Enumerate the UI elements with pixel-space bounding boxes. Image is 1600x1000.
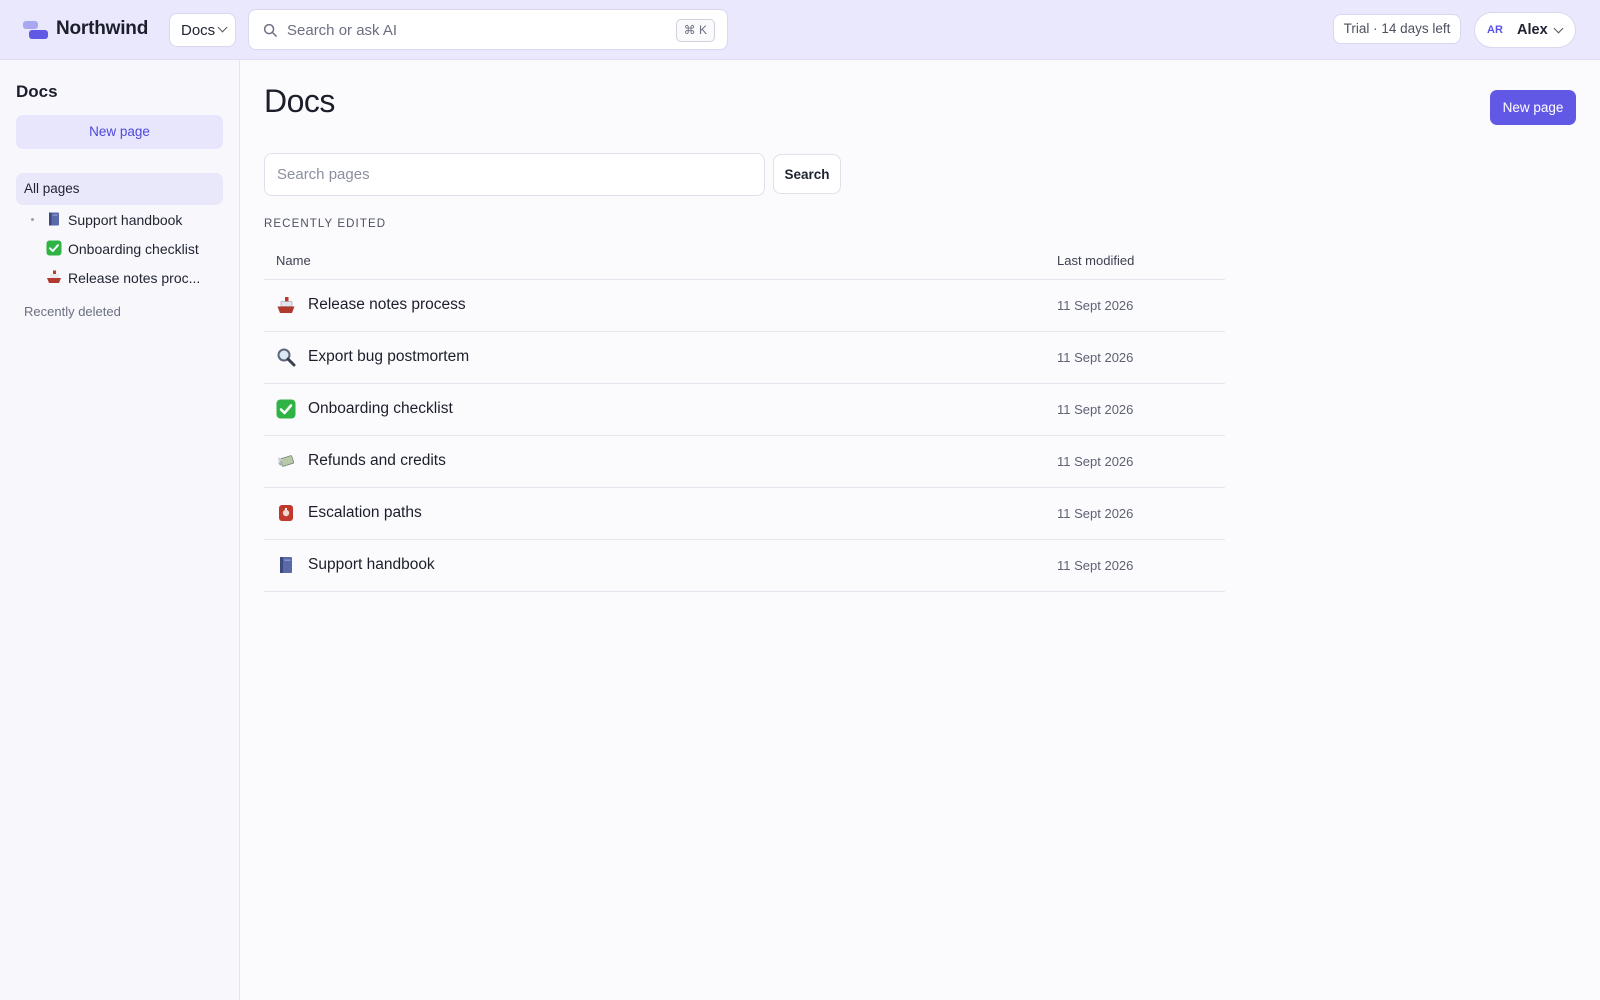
trial-status-button[interactable]: Trial · 14 days left <box>1333 14 1461 44</box>
row-name: Onboarding checklist <box>308 400 453 417</box>
sidebar-item-recently-deleted[interactable]: Recently deleted <box>24 304 121 319</box>
row-name: Export bug postmortem <box>308 348 470 365</box>
section-heading-recently-edited: RECENTLY EDITED <box>264 218 387 230</box>
northwind-logo-icon[interactable] <box>23 19 49 41</box>
ship-icon <box>277 297 295 313</box>
table-header: Name Last modified <box>264 243 1225 280</box>
account-menu-button[interactable]: AR Alex <box>1474 12 1576 48</box>
chevron-down-icon <box>217 22 228 33</box>
row-last-modified: 11 Sept 2026 <box>1057 558 1134 573</box>
money-wings-icon <box>278 455 295 467</box>
ship-icon <box>47 270 61 283</box>
sidebar-item-label: Support handbook <box>68 212 183 228</box>
table-row[interactable]: Export bug postmortem 11 Sept 2026 <box>264 332 1225 384</box>
book-icon <box>49 212 59 226</box>
app-switcher-dropdown[interactable]: Docs <box>169 13 236 47</box>
search-button[interactable]: Search <box>773 154 841 194</box>
row-name: Escalation paths <box>308 504 422 521</box>
top-bar: Northwind Docs Search or ask AI ⌘ K Tria… <box>0 0 1600 60</box>
sidebar: Docs New page All pages Support handbook… <box>0 60 240 1000</box>
magnifier-icon <box>277 348 296 367</box>
table-row[interactable]: Refunds and credits 11 Sept 2026 <box>264 436 1225 488</box>
row-last-modified: 11 Sept 2026 <box>1057 454 1134 469</box>
app-switcher-label: Docs <box>181 22 216 39</box>
row-last-modified: 11 Sept 2026 <box>1057 350 1134 365</box>
book-icon <box>280 557 292 573</box>
sidebar-item-onboarding-checklist[interactable]: Onboarding checklist <box>0 237 230 261</box>
search-shortcut-badge: ⌘ K <box>675 19 715 42</box>
row-name: Refunds and credits <box>308 452 446 469</box>
global-search-placeholder: Search or ask AI <box>287 22 398 39</box>
sidebar-item-label: Onboarding checklist <box>68 241 199 257</box>
row-last-modified: 11 Sept 2026 <box>1057 506 1134 521</box>
row-last-modified: 11 Sept 2026 <box>1057 298 1134 313</box>
pages-table: Name Last modified Release notes process… <box>264 243 1225 592</box>
row-name: Release notes process <box>308 296 466 313</box>
sidebar-item-label: Release notes proc... <box>68 270 201 286</box>
column-header-last-modified[interactable]: Last modified <box>1057 253 1134 268</box>
row-last-modified: 11 Sept 2026 <box>1057 402 1134 417</box>
siren-icon <box>279 505 293 521</box>
table-row[interactable]: Support handbook 11 Sept 2026 <box>264 540 1225 592</box>
sidebar-item-release-notes[interactable]: Release notes proc... <box>0 266 230 290</box>
expand-caret-icon[interactable] <box>31 218 34 221</box>
table-row[interactable]: Release notes process 11 Sept 2026 <box>264 280 1225 332</box>
page-search-input[interactable] <box>264 153 765 196</box>
sidebar-title: Docs <box>16 82 58 101</box>
row-name: Support handbook <box>308 556 435 573</box>
new-page-button[interactable]: New page <box>1490 90 1576 125</box>
search-icon <box>263 23 277 37</box>
avatar: AR <box>1487 24 1503 36</box>
brand-name[interactable]: Northwind <box>56 18 148 40</box>
sidebar-new-page-button[interactable]: New page <box>16 115 223 149</box>
user-name: Alex <box>1517 22 1548 38</box>
sidebar-item-support-handbook[interactable]: Support handbook <box>0 208 230 232</box>
table-row[interactable]: Escalation paths 11 Sept 2026 <box>264 488 1225 540</box>
page-title: Docs <box>264 83 335 119</box>
global-search-input[interactable]: Search or ask AI ⌘ K <box>248 9 728 50</box>
table-row[interactable]: Onboarding checklist 11 Sept 2026 <box>264 384 1225 436</box>
checkmark-icon <box>276 399 296 419</box>
sidebar-item-all-pages[interactable]: All pages <box>16 173 223 205</box>
checkmark-icon <box>46 240 62 256</box>
chevron-down-icon <box>1553 23 1564 34</box>
column-header-name[interactable]: Name <box>276 253 311 268</box>
